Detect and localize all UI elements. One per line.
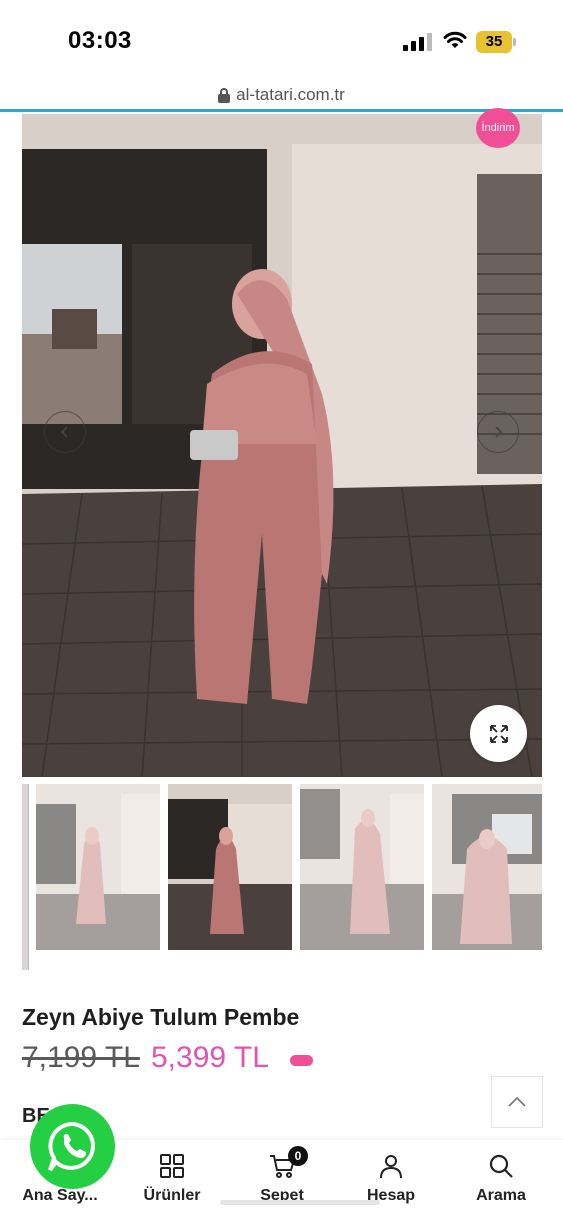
thumbnail-partial[interactable] — [22, 784, 29, 970]
page-load-progress — [0, 109, 563, 112]
status-bar: 03:03 35 — [0, 0, 563, 80]
battery-icon: 35 — [476, 31, 516, 53]
thumbnail-2[interactable] — [168, 784, 292, 950]
wifi-icon — [443, 31, 467, 48]
whatsapp-icon — [47, 1121, 95, 1171]
old-price: 7,199 TL — [22, 1041, 140, 1074]
product-main-image[interactable] — [22, 114, 542, 777]
nav-products-label: Ürünler — [143, 1187, 201, 1204]
discount-pill — [290, 1055, 313, 1066]
discount-badge: İndirim — [476, 108, 520, 148]
user-icon — [380, 1155, 402, 1179]
thumbnail-3[interactable] — [300, 784, 424, 950]
grid-icon — [160, 1154, 184, 1178]
scroll-to-top-button[interactable] — [491, 1076, 543, 1128]
chevron-left-icon — [60, 426, 68, 438]
whatsapp-button[interactable] — [30, 1104, 115, 1189]
gallery-next-button[interactable] — [477, 411, 519, 453]
expand-icon — [489, 724, 508, 743]
sale-price: 5,399 TL — [151, 1041, 269, 1074]
search-icon — [489, 1154, 513, 1178]
battery-level: 35 — [476, 31, 512, 53]
thumbnail-strip — [22, 784, 542, 972]
nav-products[interactable]: Ürünler — [122, 1140, 222, 1210]
cart-count-badge: 0 — [288, 1146, 308, 1166]
product-title: Zeyn Abiye Tulum Pembe — [22, 1004, 300, 1030]
chevron-up-icon — [508, 1096, 526, 1107]
lock-icon — [218, 87, 231, 103]
address-bar[interactable]: al-tatari.com.tr — [0, 80, 563, 110]
thumbnail-4[interactable] — [432, 784, 542, 950]
thumbnail-1[interactable] — [36, 784, 160, 950]
nav-search-label: Arama — [476, 1187, 526, 1204]
nav-search[interactable]: Arama — [451, 1140, 551, 1210]
status-time: 03:03 — [68, 27, 132, 54]
home-indicator — [220, 1200, 380, 1205]
gallery-prev-button[interactable] — [44, 411, 86, 453]
signal-icon — [403, 33, 433, 51]
chevron-right-icon — [495, 426, 503, 438]
url-text: al-tatari.com.tr — [236, 85, 345, 104]
expand-image-button[interactable] — [470, 705, 527, 762]
nav-home-label: Ana Say... — [22, 1187, 98, 1204]
